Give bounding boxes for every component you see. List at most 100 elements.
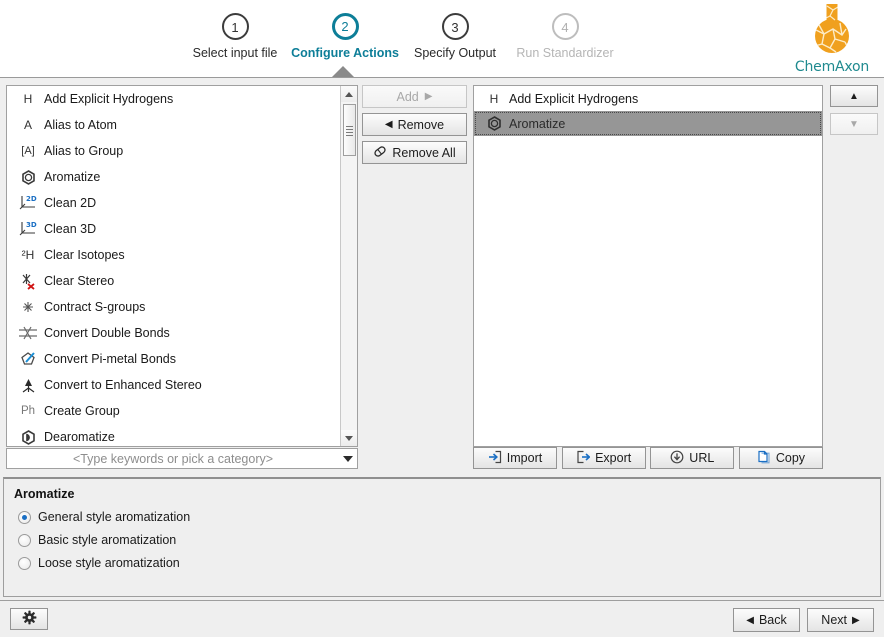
radio-basic-indicator[interactable]	[18, 534, 31, 547]
transfer-button-column: Add ▶ ◀ Remove Remove All	[362, 85, 467, 169]
selected-list-item[interactable]: H Add Explicit Hydrogens	[474, 86, 822, 111]
list-item-label: Contract S-groups	[44, 300, 145, 314]
list-item[interactable]: ²H Clear Isotopes	[7, 242, 340, 268]
wizard-step-3[interactable]: 3 Specify Output	[400, 10, 510, 60]
back-button[interactable]: ◀ Back	[733, 608, 800, 632]
flask-logo-icon	[802, 2, 862, 58]
list-item[interactable]: Contract S-groups	[7, 294, 340, 320]
triangle-up-icon: ▲	[849, 91, 859, 102]
list-item[interactable]: Convert to Enhanced Stereo	[7, 372, 340, 398]
hydrogen-atom-icon: H	[16, 89, 40, 109]
step-1-number: 1	[222, 13, 249, 40]
import-button-label: Import	[507, 451, 542, 465]
copy-button[interactable]: Copy	[739, 447, 823, 469]
add-button-label: Add	[397, 90, 419, 104]
hydrogen-atom-icon: H	[483, 90, 505, 108]
radio-general-label: General style aromatization	[38, 510, 190, 524]
list-item-label: Convert Double Bonds	[44, 326, 170, 340]
combo-chevron-down-icon[interactable]	[339, 456, 357, 462]
move-down-button[interactable]: ▼	[830, 113, 878, 135]
radio-option-general[interactable]: General style aromatization	[18, 510, 880, 524]
list-item[interactable]: [A] Alias to Group	[7, 138, 340, 164]
wizard-footer: ◀ Back Next ▶	[0, 600, 884, 637]
list-item[interactable]: Convert Pi-metal Bonds	[7, 346, 340, 372]
radio-loose-label: Loose style aromatization	[38, 556, 180, 570]
reorder-button-column: ▲ ▼	[830, 85, 878, 141]
scroll-up-button[interactable]	[341, 86, 357, 102]
selected-list-item[interactable]: Aromatize	[474, 111, 822, 136]
list-item-label: Convert to Enhanced Stereo	[44, 378, 202, 392]
list-item[interactable]: A Alias to Atom	[7, 112, 340, 138]
selected-list-item-label: Add Explicit Hydrogens	[509, 92, 638, 106]
clear-isotopes-icon: ²H	[16, 245, 40, 265]
config-panel-title: Aromatize	[14, 487, 880, 501]
scroll-down-button[interactable]	[341, 430, 357, 446]
import-button[interactable]: Import	[473, 447, 557, 469]
list-item[interactable]: Dearomatize	[7, 424, 340, 447]
copy-button-label: Copy	[776, 451, 805, 465]
radio-loose-indicator[interactable]	[18, 557, 31, 570]
list-item-label: Add Explicit Hydrogens	[44, 92, 173, 106]
available-actions-items: H Add Explicit Hydrogens A Alias to Atom…	[7, 86, 340, 447]
aromatize-ring-icon	[16, 167, 40, 187]
remove-button[interactable]: ◀ Remove	[362, 113, 467, 136]
step-4-number: 4	[552, 13, 579, 40]
keyword-category-placeholder: <Type keywords or pick a category>	[7, 452, 339, 466]
dearomatize-icon	[16, 427, 40, 447]
list-item[interactable]: 2D Clean 2D	[7, 190, 340, 216]
export-button-label: Export	[595, 451, 631, 465]
wizard-step-2[interactable]: 2 Configure Actions	[290, 10, 400, 60]
svg-text:2D: 2D	[26, 195, 37, 203]
arrow-right-icon: ▶	[852, 615, 860, 626]
radio-option-loose[interactable]: Loose style aromatization	[18, 556, 880, 570]
arrow-left-icon: ◀	[746, 615, 754, 626]
chevron-up-icon	[345, 92, 353, 97]
list-item-label: Alias to Atom	[44, 118, 117, 132]
list-item-label: Aromatize	[44, 170, 100, 184]
clean-3d-icon: 3D	[16, 219, 40, 239]
radio-option-basic[interactable]: Basic style aromatization	[18, 533, 880, 547]
svg-text:3D: 3D	[26, 221, 37, 229]
url-button-label: URL	[689, 451, 714, 465]
available-list-scrollbar[interactable]	[340, 86, 357, 446]
list-item-label: Convert Pi-metal Bonds	[44, 352, 176, 366]
list-item[interactable]: H Add Explicit Hydrogens	[7, 86, 340, 112]
remove-all-button[interactable]: Remove All	[362, 141, 467, 164]
scrollbar-thumb[interactable]	[343, 104, 356, 156]
list-item[interactable]: Aromatize	[7, 164, 340, 190]
chemaxon-logo: ChemAxon	[786, 2, 878, 76]
step-4-label: Run Standardizer	[510, 46, 620, 60]
list-item-label: Clean 2D	[44, 196, 96, 210]
clear-stereo-icon	[16, 271, 40, 291]
clean-2d-icon: 2D	[16, 193, 40, 213]
import-icon	[488, 450, 502, 467]
arrow-left-icon: ◀	[385, 119, 393, 130]
next-button-label: Next	[821, 613, 847, 627]
keyword-category-combo[interactable]: <Type keywords or pick a category>	[6, 448, 358, 469]
settings-button[interactable]	[10, 608, 48, 630]
url-button[interactable]: URL	[650, 447, 734, 469]
list-item[interactable]: Ph Create Group	[7, 398, 340, 424]
add-button[interactable]: Add ▶	[362, 85, 467, 108]
selected-actions-list[interactable]: H Add Explicit Hydrogens Aromatize	[473, 85, 823, 447]
export-button[interactable]: Export	[562, 447, 646, 469]
wizard-step-list: 1 Select input file 2 Configure Actions …	[180, 10, 620, 60]
move-up-button[interactable]: ▲	[830, 85, 878, 107]
list-item-label: Create Group	[44, 404, 120, 418]
wizard-step-1[interactable]: 1 Select input file	[180, 10, 290, 60]
next-button[interactable]: Next ▶	[807, 608, 874, 632]
list-item[interactable]: Clear Stereo	[7, 268, 340, 294]
radio-general-indicator[interactable]	[18, 511, 31, 524]
wizard-header: 1 Select input file 2 Configure Actions …	[0, 0, 884, 78]
step-2-label: Configure Actions	[290, 46, 400, 60]
url-download-icon	[670, 450, 684, 467]
gear-icon	[22, 610, 37, 628]
list-item-label: Clear Stereo	[44, 274, 114, 288]
back-button-label: Back	[759, 613, 787, 627]
list-item-label: Clean 3D	[44, 222, 96, 236]
chemaxon-logo-text: ChemAxon	[786, 59, 878, 75]
list-item[interactable]: Convert Double Bonds	[7, 320, 340, 346]
list-item[interactable]: 3D Clean 3D	[7, 216, 340, 242]
available-actions-list[interactable]: H Add Explicit Hydrogens A Alias to Atom…	[6, 85, 358, 447]
selected-list-item-label: Aromatize	[509, 117, 565, 131]
